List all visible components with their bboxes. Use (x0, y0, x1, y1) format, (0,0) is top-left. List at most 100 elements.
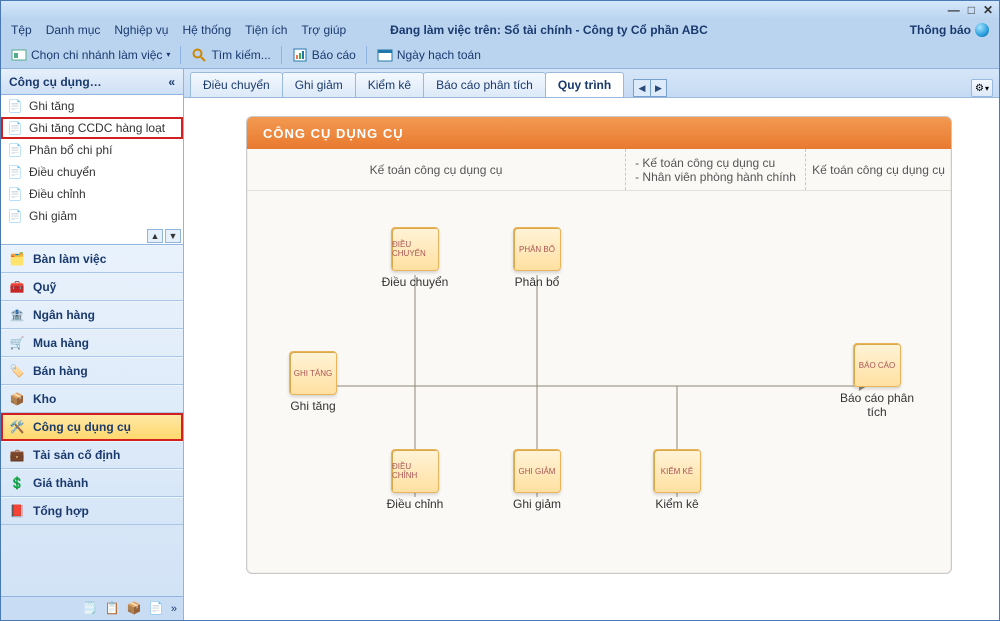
bao-cao-icon: BÁO CÁO (853, 343, 901, 387)
minimize-button[interactable]: — (948, 3, 960, 17)
scroll-up-button[interactable]: ▲ (147, 229, 163, 243)
scroll-down-button[interactable]: ▼ (165, 229, 181, 243)
doc-icon: 📄 (7, 164, 23, 180)
sidebar-item-phan-bo[interactable]: 📄Phân bổ chi phí (1, 139, 183, 161)
sidebar-item-ghi-tang[interactable]: 📄Ghi tăng (1, 95, 183, 117)
process-panel: CÔNG CỤ DỤNG CỤ Kế toán công cụ dụng cụ … (246, 116, 952, 574)
choose-branch-button[interactable]: Chọn chi nhánh làm việc ▾ (11, 47, 170, 63)
col-1: Kế toán công cụ dụng cụ (247, 149, 625, 190)
sidebar-nav: 🗂️Bàn làm việc 🧰Quỹ 🏦Ngân hàng 🛒Mua hàng… (1, 245, 183, 596)
report-button[interactable]: Báo cáo (292, 47, 356, 63)
tab-settings-button[interactable]: ⚙▾ (971, 79, 993, 97)
report-icon (292, 47, 308, 63)
panel-title: CÔNG CỤ DỤNG CỤ (247, 117, 951, 149)
box-icon: 📦 (9, 391, 25, 407)
tab-quy-trinh[interactable]: Quy trình (545, 72, 624, 97)
panel-body: GHI TĂNG Ghi tăng ĐIỀU CHUYỂN Điều chuyể… (247, 191, 951, 573)
tab-ghi-giam[interactable]: Ghi giảm (282, 72, 356, 97)
doc-icon: 📄 (7, 208, 23, 224)
menubar: Tệp Danh mục Nghiệp vụ Hệ thống Tiện ích… (1, 19, 999, 41)
doc-icon: 📄 (7, 98, 23, 114)
kiem-ke-icon: KIỂM KÊ (653, 449, 701, 493)
cart-icon: 🛒 (9, 335, 25, 351)
footer-expand-button[interactable]: » (171, 603, 177, 615)
doc-icon: 📄 (7, 120, 23, 136)
nav-tong-hop[interactable]: 📕Tổng hợp (1, 497, 183, 525)
tab-prev-button[interactable]: ◀ (634, 80, 650, 96)
tool-icon: 🛠️ (9, 419, 25, 435)
footer-icon-2[interactable]: 📋 (105, 601, 121, 617)
tab-next-button[interactable]: ▶ (650, 80, 667, 96)
content: Điều chuyển Ghi giảm Kiểm kê Báo cáo phâ… (184, 69, 999, 620)
bank-icon: 🏦 (9, 307, 25, 323)
nav-tai-san-co-dinh[interactable]: 💼Tài sản cố định (1, 441, 183, 469)
price-icon: 💲 (9, 475, 25, 491)
tab-dieu-chuyen[interactable]: Điều chuyển (190, 72, 283, 97)
nav-gia-thanh[interactable]: 💲Giá thành (1, 469, 183, 497)
globe-icon (975, 23, 989, 37)
nav-mua-hang[interactable]: 🛒Mua hàng (1, 329, 183, 357)
window-titlebar: — □ ✕ (1, 1, 999, 19)
node-bao-cao[interactable]: BÁO CÁO Báo cáo phân tích (829, 343, 925, 420)
nav-ngan-hang[interactable]: 🏦Ngân hàng (1, 301, 183, 329)
ghi-tang-icon: GHI TĂNG (289, 351, 337, 395)
gear-icon: ⚙ (975, 83, 984, 94)
tab-pager: ◀ ▶ (633, 79, 667, 97)
sidebar-title: Công cụ dụng… (9, 75, 102, 89)
menu-tep[interactable]: Tệp (11, 23, 32, 37)
nav-cong-cu-dung-cu[interactable]: 🛠️Công cụ dụng cụ (1, 413, 183, 441)
menu-tien-ich[interactable]: Tiện ích (245, 23, 287, 37)
node-kiem-ke[interactable]: KIỂM KÊ Kiểm kê (635, 449, 719, 511)
sidebar-item-ghi-tang-hang-loat[interactable]: 📄Ghi tăng CCDC hàng loạt (1, 117, 183, 139)
panel-columns: Kế toán công cụ dụng cụ - Kế toán công c… (247, 149, 951, 191)
menu-nghiep-vu[interactable]: Nghiệp vụ (114, 23, 168, 37)
ledger-icon: 📕 (9, 503, 25, 519)
close-button[interactable]: ✕ (983, 3, 993, 17)
sidebar-item-dieu-chuyen[interactable]: 📄Điều chuyển (1, 161, 183, 183)
node-dieu-chuyen[interactable]: ĐIỀU CHUYỂN Điều chuyển (373, 227, 457, 289)
menu-danh-muc[interactable]: Danh mục (46, 23, 101, 37)
search-button[interactable]: Tìm kiếm... (191, 47, 270, 63)
col-3: Kế toán công cụ dụng cụ (805, 149, 951, 190)
nav-ban-lam-viec[interactable]: 🗂️Bàn làm việc (1, 245, 183, 273)
asset-icon: 💼 (9, 447, 25, 463)
sidebar: Công cụ dụng… « 📄Ghi tăng 📄Ghi tăng CCDC… (1, 69, 184, 620)
tab-kiem-ke[interactable]: Kiểm kê (355, 72, 424, 97)
maximize-button[interactable]: □ (968, 3, 975, 17)
canvas: CÔNG CỤ DỤNG CỤ Kế toán công cụ dụng cụ … (184, 97, 999, 620)
footer-icon-3[interactable]: 📦 (127, 601, 143, 617)
phan-bo-icon: PHÂN BỔ (513, 227, 561, 271)
nav-kho[interactable]: 📦Kho (1, 385, 183, 413)
doc-icon: 📄 (7, 142, 23, 158)
nav-quy[interactable]: 🧰Quỹ (1, 273, 183, 301)
footer-icon-4[interactable]: 📄 (149, 601, 165, 617)
doc-icon: 📄 (7, 186, 23, 202)
sidebar-item-ghi-giam[interactable]: 📄Ghi giảm (1, 205, 183, 227)
safe-icon: 🧰 (9, 279, 25, 295)
sidebar-header: Công cụ dụng… « (1, 69, 183, 95)
col-2: - Kế toán công cụ dụng cu - Nhân viên ph… (625, 149, 805, 190)
menu-he-thong[interactable]: Hệ thống (182, 23, 231, 37)
tab-bao-cao-phan-tich[interactable]: Báo cáo phân tích (423, 72, 546, 97)
sidebar-item-dieu-chinh[interactable]: 📄Điều chỉnh (1, 183, 183, 205)
node-ghi-giam[interactable]: GHI GIẢM Ghi giảm (495, 449, 579, 511)
menu-tro-giup[interactable]: Trợ giúp (301, 23, 346, 37)
node-ghi-tang[interactable]: GHI TĂNG Ghi tăng (271, 351, 355, 413)
nav-ban-hang[interactable]: 🏷️Bán hàng (1, 357, 183, 385)
ghi-giam-icon: GHI GIẢM (513, 449, 561, 493)
dieu-chinh-icon: ĐIỀU CHỈNH (391, 449, 439, 493)
footer-icon-1[interactable]: 🗒️ (83, 601, 99, 617)
node-dieu-chinh[interactable]: ĐIỀU CHỈNH Điều chỉnh (373, 449, 457, 511)
branch-icon (11, 47, 27, 63)
sidebar-footer: 🗒️ 📋 📦 📄 » (1, 596, 183, 620)
calendar-icon (377, 47, 393, 63)
desk-icon: 🗂️ (9, 251, 25, 267)
node-phan-bo[interactable]: PHÂN BỔ Phân bổ (495, 227, 579, 289)
sidebar-collapse-button[interactable]: « (168, 75, 175, 89)
sales-icon: 🏷️ (9, 363, 25, 379)
working-context: Đang làm việc trên: Sổ tài chính - Công … (390, 23, 708, 37)
toolbar: Chọn chi nhánh làm việc ▾ Tìm kiếm... Bá… (1, 41, 999, 69)
chevron-down-icon: ▾ (166, 50, 170, 59)
notify-label[interactable]: Thông báo (910, 23, 971, 37)
accounting-date-button[interactable]: Ngày hạch toán (377, 47, 481, 63)
